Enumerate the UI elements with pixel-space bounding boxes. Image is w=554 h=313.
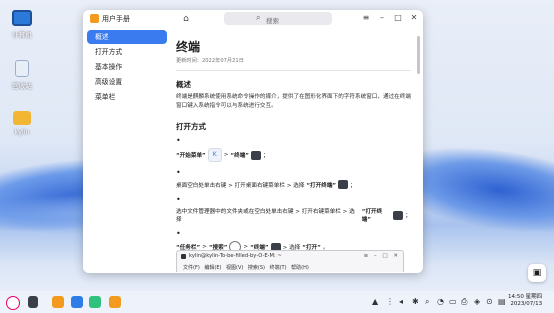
terminal-icon <box>338 180 349 189</box>
sidebar-item-overview[interactable]: 概述 <box>87 30 167 44</box>
bullet: • <box>176 195 181 204</box>
user-manual-logo-icon <box>90 14 99 23</box>
user-manual-icon[interactable] <box>109 296 121 308</box>
home-icon[interactable]: ⌂ <box>180 13 192 25</box>
step-text: “终端” <box>230 153 249 159</box>
terminal-screenshot: kylin@kylin-To-be-filled-by-O-E-M: ~ ≡ –… <box>176 250 404 272</box>
input-method-icon[interactable]: ⊙ <box>486 297 493 306</box>
file-manager-icon[interactable] <box>52 296 64 308</box>
desktop-icon-label: 回收站 <box>12 82 32 90</box>
step-text: ； <box>262 153 269 159</box>
sidebar-item-basic-operations[interactable]: 基本操作 <box>87 60 167 74</box>
security-icon[interactable]: ◈ <box>474 297 480 306</box>
step-text: 桌面空白处单击右键 > 打开桌面右键菜单栏 > 选择 <box>176 182 305 189</box>
step-file-manager: 选中文件管理器中的文件夹或在空白处单击右键 > 打开右键菜单栏 > 选择 “打开… <box>176 207 411 223</box>
clipboard-icon[interactable]: ▤ <box>498 297 506 306</box>
step-text: “开始菜单” <box>176 153 206 159</box>
clock[interactable]: 14:50 星期四 2023/07/13 <box>508 294 542 308</box>
app-title: 用户手册 <box>102 15 130 23</box>
step-text: > <box>223 152 229 158</box>
software-store-icon[interactable] <box>89 296 101 308</box>
terminal-icon <box>250 150 261 160</box>
wifi-icon[interactable]: ⋮ <box>386 297 394 306</box>
desktop-icon-label: 计算机 <box>12 31 32 39</box>
search-placeholder: 搜索 <box>266 17 279 25</box>
titlebar: 用户手册 ⌂ ⌕ 搜索 ≡ – □ ✕ <box>83 10 423 28</box>
step-text: “打开终端” <box>306 182 337 189</box>
page-title: 终端 <box>176 40 201 54</box>
bluetooth-icon[interactable]: ✱ <box>412 297 419 306</box>
overview-heading: 概述 <box>176 80 191 89</box>
sidebar: 概述 打开方式 基本操作 高级设置 菜单栏 <box>85 30 167 105</box>
step-text: ； <box>350 182 356 189</box>
search-icon[interactable]: ⌕ <box>425 297 429 307</box>
step-text: 选中文件管理器中的文件夹或在空白处单击右键 > 打开右键菜单栏 > 选择 <box>176 209 355 223</box>
divider <box>176 70 411 71</box>
clock-time: 14:50 星期四 <box>508 294 543 300</box>
sidebar-item-advanced-settings[interactable]: 高级设置 <box>87 75 167 89</box>
keyboard-icon[interactable]: ▭ <box>449 297 457 306</box>
network-icon[interactable]: ▲ <box>372 297 378 306</box>
bullet: • <box>176 229 181 238</box>
terminal-menubar: 文件(F) 编辑(E) 视图(V) 搜索(S) 终端(T) 帮助(H) <box>183 265 309 271</box>
document-content: 终端 更新时间：2022年07月21日 概述 终端是麒麟系统使用系统命令操作的媒… <box>176 32 411 272</box>
step-text: “打开终端” <box>361 209 383 223</box>
terminal-icon <box>393 210 404 220</box>
user-manual-window: 用户手册 ⌂ ⌕ 搜索 ≡ – □ ✕ 概述 打开方式 基本操作 高级设置 菜单… <box>83 10 423 273</box>
desktop-icon-folder[interactable]: kylin <box>2 111 42 136</box>
terminal-title: kylin@kylin-To-be-filled-by-O-E-M: ~ <box>189 253 282 259</box>
multitask-view-icon[interactable] <box>28 296 38 308</box>
update-date: 更新时间：2022年07月21日 <box>176 58 244 64</box>
trash-icon <box>15 60 29 77</box>
start-menu-icon: K <box>207 148 222 162</box>
computer-icon <box>12 10 32 26</box>
wps-writer-icon[interactable] <box>71 296 83 308</box>
minimize-button[interactable]: – <box>376 12 388 24</box>
taskbar: ▲ ⋮ ◂ ✱ ⌕ ◔ ▭ ⎙ ◈ ⊙ ▤ 14:50 星期四 2023/07/… <box>0 291 554 313</box>
desktop-icon-label: kylin <box>14 128 30 136</box>
folder-icon <box>13 111 31 125</box>
search-input[interactable]: ⌕ 搜索 <box>224 12 332 25</box>
sidebar-item-menubar[interactable]: 菜单栏 <box>87 90 167 104</box>
terminal-icon <box>181 254 186 259</box>
bullet: • <box>176 168 181 177</box>
printer-icon[interactable]: ⎙ <box>461 297 467 307</box>
scrollbar[interactable] <box>417 36 420 74</box>
open-methods-heading: 打开方式 <box>176 122 206 131</box>
close-button[interactable]: ✕ <box>408 12 420 24</box>
menu-button[interactable]: ≡ <box>360 12 372 24</box>
sidebar-item-open-methods[interactable]: 打开方式 <box>87 45 167 59</box>
clock-date: 2023/07/13 <box>510 301 543 307</box>
assistant-icon[interactable]: ▣ <box>528 264 546 282</box>
start-menu-icon[interactable] <box>6 296 20 310</box>
step-desktop-menu: 桌面空白处单击右键 > 打开桌面右键菜单栏 > 选择 “打开终端” ； <box>176 180 411 189</box>
terminal-window-buttons: ≡ – □ ✕ <box>363 253 398 259</box>
maximize-button[interactable]: □ <box>392 12 404 24</box>
overview-paragraph: 终端是麒麟系统使用系统命令操作的媒介，提供了在图形化界面下的字符系统窗口，通过在… <box>176 94 411 109</box>
desktop-icon-computer[interactable]: 计算机 <box>2 10 42 39</box>
search-icon: ⌕ <box>256 13 261 22</box>
desktop-icon-trash[interactable]: 回收站 <box>2 60 42 90</box>
bullet: • <box>176 136 181 145</box>
step-text: ； <box>405 213 411 219</box>
notification-icon[interactable]: ◔ <box>437 297 444 306</box>
step-start-menu: “开始菜单” K > “终端” ； <box>176 148 411 162</box>
volume-icon[interactable]: ◂ <box>399 297 403 306</box>
